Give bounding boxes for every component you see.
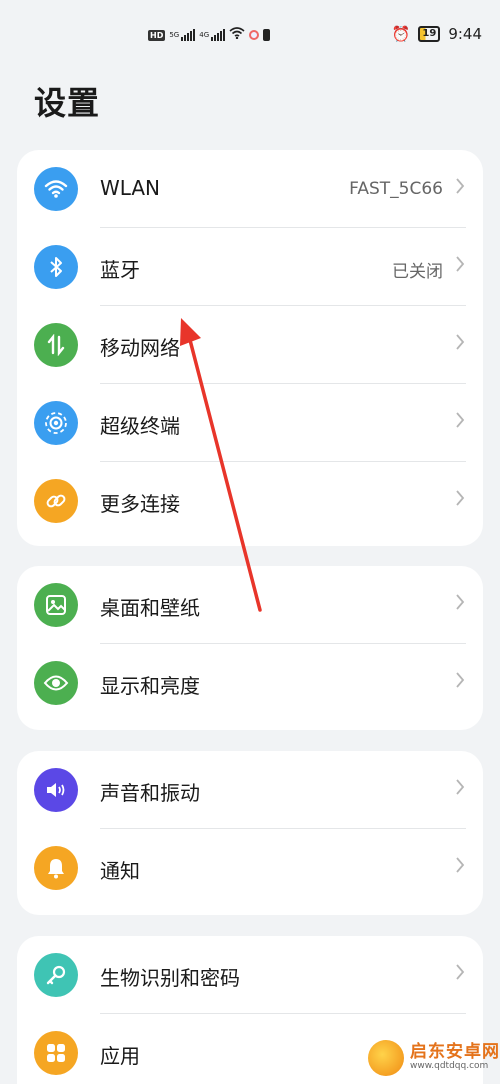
battery-icon: 19 [418,26,441,42]
watermark-logo-icon [368,1040,404,1076]
signal-icon [211,29,226,41]
settings-item-label: 声音和振动 [100,781,200,805]
signal-icon [181,29,196,41]
eye-icon [34,661,78,705]
sound-icon [34,768,78,812]
settings-item-wlan[interactable]: WLAN FAST_5C66 [17,150,483,228]
settings-group-connectivity: WLAN FAST_5C66 蓝牙 已关闭 移动网络 超级终端 更多连接 [17,150,483,546]
settings-screen: HD 5G 4G ⏰ 19 9:44 设置 WLAN FAST_5C66 蓝牙 … [0,0,500,1084]
settings-item-label: 超级终端 [100,414,180,438]
hd-icon: HD [148,29,166,41]
alarm-icon: ⏰ [391,25,411,43]
settings-item-biometrics-password[interactable]: 生物识别和密码 [17,936,483,1014]
sim1-network-type: 5G [169,31,180,39]
chevron-right-icon [456,178,465,194]
chevron-right-icon [456,964,465,980]
battery-small-icon [263,29,271,41]
mobile-data-icon [34,323,78,367]
chevron-right-icon [456,256,465,272]
settings-item-sound-vibration[interactable]: 声音和振动 [17,751,483,829]
settings-item-label: WLAN [100,176,161,200]
settings-item-label: 通知 [100,859,140,883]
settings-item-value: FAST_5C66 [349,179,443,199]
settings-item-label: 生物识别和密码 [100,966,240,990]
chevron-right-icon [456,594,465,610]
settings-item-label: 更多连接 [100,492,180,516]
clock: 9:44 [448,25,482,43]
wifi-icon [229,27,245,43]
settings-group-sound-notifications: 声音和振动 通知 [17,751,483,915]
chevron-right-icon [456,857,465,873]
wifi-icon [34,167,78,211]
watermark-title: 启东安卓网 [410,1042,500,1063]
link-icon [34,479,78,523]
page-title: 设置 [34,84,101,122]
chevron-right-icon [456,412,465,428]
key-icon [34,953,78,997]
wallpaper-icon [34,583,78,627]
bell-icon [34,846,78,890]
settings-item-notifications[interactable]: 通知 [17,829,483,907]
settings-item-label: 蓝牙 [100,258,140,282]
settings-item-value: 已关闭 [392,262,443,282]
bluetooth-icon [34,245,78,289]
settings-item-label: 显示和亮度 [100,674,200,698]
sim2-network-type: 4G [199,31,210,39]
settings-item-bluetooth[interactable]: 蓝牙 已关闭 [17,228,483,306]
settings-item-mobile-network[interactable]: 移动网络 [17,306,483,384]
chevron-right-icon [456,334,465,350]
status-bar-indicators: HD 5G 4G [148,27,271,43]
watermark-url: www.qdtdqq.com [410,1061,489,1072]
watermark-text: 启东安卓网 www.qdtdqq.com [410,1042,500,1072]
super-device-icon [34,401,78,445]
settings-item-label: 应用 [100,1044,140,1068]
settings-item-more-connections[interactable]: 更多连接 [17,462,483,540]
settings-item-label: 移动网络 [100,336,180,360]
settings-item-super-device[interactable]: 超级终端 [17,384,483,462]
chevron-right-icon [456,490,465,506]
chevron-right-icon [456,779,465,795]
settings-item-display-brightness[interactable]: 显示和亮度 [17,644,483,722]
settings-item-label: 桌面和壁纸 [100,596,200,620]
settings-group-display: 桌面和壁纸 显示和亮度 [17,566,483,730]
status-bar: HD 5G 4G ⏰ 19 9:44 [0,0,500,72]
apps-icon [34,1031,78,1075]
status-bar-right: ⏰ 19 9:44 [392,25,482,43]
app-dot-icon [249,30,260,40]
settings-item-wallpaper[interactable]: 桌面和壁纸 [17,566,483,644]
chevron-right-icon [456,672,465,688]
watermark: 启东安卓网 www.qdtdqq.com [368,1040,500,1076]
